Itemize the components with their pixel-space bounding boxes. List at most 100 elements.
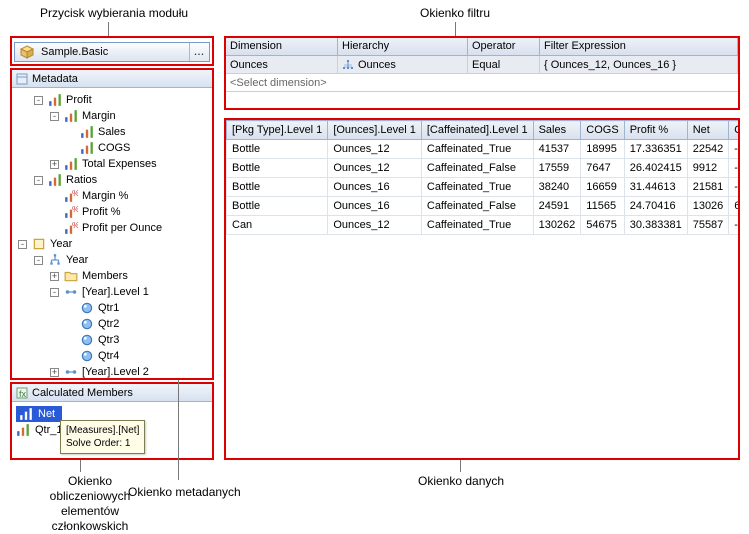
annotation-metadata-pane: Okienko metadanych: [128, 485, 241, 500]
tree-node[interactable]: Qtr1: [14, 300, 210, 316]
filter-row-new[interactable]: <Select dimension>: [226, 74, 738, 92]
expand-toggle[interactable]: -: [18, 240, 27, 249]
column-header[interactable]: [Ounces].Level 1: [328, 121, 422, 140]
expand-toggle[interactable]: +: [50, 368, 59, 377]
table-cell: 16659: [581, 178, 624, 197]
table-cell: -37: [729, 140, 740, 159]
expand-toggle: [66, 144, 75, 153]
tree-node[interactable]: -[Year].Level 1: [14, 284, 210, 300]
table-cell: Bottle: [227, 140, 328, 159]
mbr-icon: [80, 350, 94, 362]
expand-toggle: [66, 352, 75, 361]
expand-toggle[interactable]: -: [34, 256, 43, 265]
svg-text:%: %: [72, 221, 78, 230]
table-cell: Caffeinated_True: [421, 216, 533, 235]
filter-col-dimension[interactable]: Dimension: [226, 38, 338, 55]
column-header[interactable]: Sales: [533, 121, 581, 140]
filter-cell-expression[interactable]: { Ounces_12, Ounces_16 }: [540, 56, 738, 73]
tooltip-line1: [Measures].[Net]: [66, 424, 139, 437]
svg-text:%: %: [72, 189, 78, 198]
tree-node-label: [Year].Level 2: [82, 366, 149, 378]
table-cell: Bottle: [227, 197, 328, 216]
data-grid[interactable]: [Pkg Type].Level 1[Ounces].Level 1[Caffe…: [226, 120, 740, 235]
expand-toggle[interactable]: -: [34, 176, 43, 185]
tree-node[interactable]: COGS: [14, 140, 210, 156]
tree-node-label: Total Expenses: [82, 158, 157, 170]
table-cell: 21581: [687, 178, 729, 197]
column-header[interactable]: Profit %: [624, 121, 687, 140]
metadata-tree[interactable]: -Profit-MarginSalesCOGS + Total Expenses - R…: [12, 88, 212, 378]
expand-toggle[interactable]: -: [50, 112, 59, 121]
tree-node-label: Ratios: [66, 174, 97, 186]
table-cell: 7647: [581, 159, 624, 178]
tree-node-label: Members: [82, 270, 128, 282]
pct-icon: %: [64, 222, 78, 234]
filter-pane: Dimension Hierarchy Operator Filter Expr…: [224, 36, 740, 110]
column-header[interactable]: Qtr_1_2_Delta: [729, 121, 740, 140]
filter-row[interactable]: Ounces Ounces Equal { Ounces_12, Ounces_…: [226, 56, 738, 74]
mbr-icon: [80, 318, 94, 330]
filter-col-operator[interactable]: Operator: [468, 38, 540, 55]
filter-cell-operator[interactable]: Equal: [468, 56, 540, 73]
filter-cell-hierarchy[interactable]: Ounces: [338, 56, 468, 73]
filter-select-dimension[interactable]: <Select dimension>: [226, 74, 738, 91]
tree-node[interactable]: + Total Expenses: [14, 156, 210, 172]
filter-col-expression[interactable]: Filter Expression: [540, 38, 738, 55]
table-cell: Ounces_16: [328, 197, 422, 216]
metadata-header: Metadata: [12, 70, 212, 88]
expand-toggle: [66, 304, 75, 313]
pct-icon: %: [64, 206, 78, 218]
table-cell: 24.70416: [624, 197, 687, 216]
module-name: Sample.Basic: [39, 46, 189, 58]
table-cell: 24591: [533, 197, 581, 216]
expand-toggle: [50, 192, 59, 201]
mbr-icon: [80, 302, 94, 314]
filter-cell-dimension[interactable]: Ounces: [226, 56, 338, 73]
tree-node[interactable]: - Ratios: [14, 172, 210, 188]
expand-toggle[interactable]: -: [34, 96, 43, 105]
tree-node-label: Year: [50, 238, 72, 250]
calc-item-net[interactable]: Net: [16, 406, 62, 422]
column-header[interactable]: [Caffeinated].Level 1: [421, 121, 533, 140]
expand-toggle[interactable]: +: [50, 272, 59, 281]
table-row[interactable]: CanOunces_12Caffeinated_True130262546753…: [227, 216, 741, 235]
table-cell: 130262: [533, 216, 581, 235]
expand-toggle[interactable]: -: [50, 288, 59, 297]
expand-toggle: [50, 224, 59, 233]
calc-icon: fx: [16, 387, 28, 399]
calc-header: fx Calculated Members: [12, 384, 212, 402]
table-cell: Caffeinated_True: [421, 140, 533, 159]
tree-node[interactable]: Sales: [14, 124, 210, 140]
table-row[interactable]: BottleOunces_12Caffeinated_True415371899…: [227, 140, 741, 159]
tree-node[interactable]: Qtr2: [14, 316, 210, 332]
tree-node[interactable]: - Year: [14, 236, 210, 252]
annotation-calc-pane: Okienko obliczeniowych elementów członko…: [40, 474, 140, 534]
leader-line: [460, 460, 461, 472]
tree-node[interactable]: % Profit %: [14, 204, 210, 220]
column-header[interactable]: COGS: [581, 121, 624, 140]
tree-node[interactable]: -Year: [14, 252, 210, 268]
table-cell: 41537: [533, 140, 581, 159]
table-cell: -116: [729, 178, 740, 197]
bars-icon: [48, 174, 62, 186]
tree-node[interactable]: -Profit: [14, 92, 210, 108]
metadata-title: Metadata: [32, 73, 78, 85]
expand-toggle[interactable]: +: [50, 160, 59, 169]
tree-node[interactable]: Qtr4: [14, 348, 210, 364]
tree-node[interactable]: + [Year].Level 2: [14, 364, 210, 378]
column-header[interactable]: Net: [687, 121, 729, 140]
table-row[interactable]: BottleOunces_16Caffeinated_True382401665…: [227, 178, 741, 197]
table-cell: 9912: [687, 159, 729, 178]
module-selector-button[interactable]: ...: [189, 43, 209, 61]
tree-node[interactable]: + Members: [14, 268, 210, 284]
tree-node[interactable]: -Margin: [14, 108, 210, 124]
column-header[interactable]: [Pkg Type].Level 1: [227, 121, 328, 140]
filter-col-hierarchy[interactable]: Hierarchy: [338, 38, 468, 55]
tree-node-label: Profit %: [82, 206, 121, 218]
table-cell: 13026: [687, 197, 729, 216]
table-row[interactable]: BottleOunces_12Caffeinated_False17559764…: [227, 159, 741, 178]
table-row[interactable]: BottleOunces_16Caffeinated_False24591115…: [227, 197, 741, 216]
tree-node[interactable]: %Profit per Ounce: [14, 220, 210, 236]
tree-node[interactable]: Qtr3: [14, 332, 210, 348]
tree-node[interactable]: %Margin %: [14, 188, 210, 204]
